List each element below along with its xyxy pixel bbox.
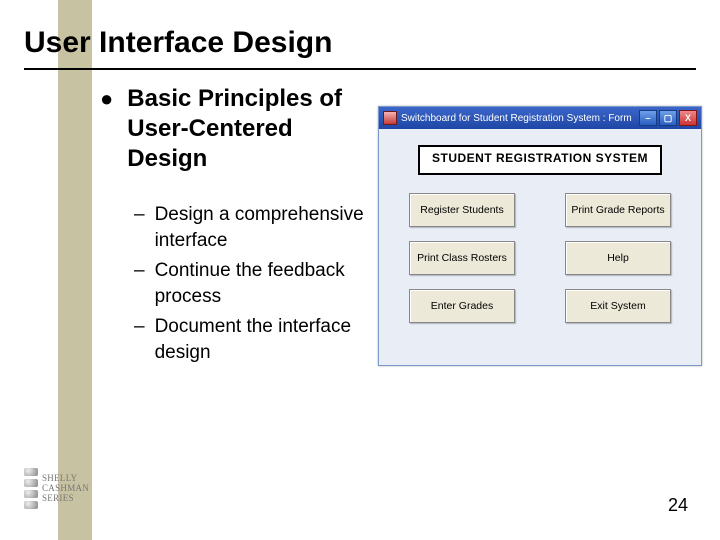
- logo-line: SHELLY: [42, 473, 89, 483]
- app-icon: [383, 111, 397, 125]
- window-body: STUDENT REGISTRATION SYSTEM Register Stu…: [379, 129, 701, 333]
- logo-line: SERIES: [42, 493, 89, 503]
- slide-title: User Interface Design: [24, 26, 332, 60]
- maximize-icon[interactable]: ▢: [659, 110, 677, 126]
- bullet-dot-icon: ●: [100, 84, 113, 114]
- screenshot-figure: Switchboard for Student Registration Sys…: [378, 106, 702, 366]
- help-button[interactable]: Help: [565, 241, 671, 275]
- window-titlebar: Switchboard for Student Registration Sys…: [379, 107, 701, 129]
- dash-icon: –: [134, 258, 145, 284]
- logo-text: SHELLY CASHMAN SERIES: [42, 473, 89, 503]
- print-class-rosters-button[interactable]: Print Class Rosters: [409, 241, 515, 275]
- logo-bars-icon: [24, 468, 38, 509]
- sub-bullet-text: Document the interface design: [155, 314, 369, 366]
- sub-bullet-list: – Design a comprehensive interface – Con…: [134, 202, 369, 366]
- minimize-icon[interactable]: –: [639, 110, 657, 126]
- window-title-text: Switchboard for Student Registration Sys…: [401, 113, 639, 124]
- decorative-left-band: [58, 0, 92, 540]
- close-icon[interactable]: X: [679, 110, 697, 126]
- dash-icon: –: [134, 202, 145, 228]
- register-students-button[interactable]: Register Students: [409, 193, 515, 227]
- title-underline: [24, 68, 696, 70]
- exit-system-button[interactable]: Exit System: [565, 289, 671, 323]
- main-bullet-text: Basic Principles of User-Centered Design: [127, 84, 362, 174]
- sub-bullet-item: – Document the interface design: [134, 314, 369, 366]
- window-controls: – ▢ X: [639, 110, 697, 126]
- logo-line: CASHMAN: [42, 483, 89, 493]
- sub-bullet-item: – Design a comprehensive interface: [134, 202, 369, 254]
- dash-icon: –: [134, 314, 145, 340]
- sub-bullet-text: Continue the feedback process: [155, 258, 369, 310]
- enter-grades-button[interactable]: Enter Grades: [409, 289, 515, 323]
- switchboard-grid: Register Students Print Grade Reports Pr…: [389, 193, 691, 323]
- system-heading: STUDENT REGISTRATION SYSTEM: [418, 145, 662, 175]
- series-logo: SHELLY CASHMAN SERIES: [24, 460, 94, 516]
- sub-bullet-text: Design a comprehensive interface: [155, 202, 369, 254]
- page-number: 24: [668, 495, 688, 516]
- print-grade-reports-button[interactable]: Print Grade Reports: [565, 193, 671, 227]
- sub-bullet-item: – Continue the feedback process: [134, 258, 369, 310]
